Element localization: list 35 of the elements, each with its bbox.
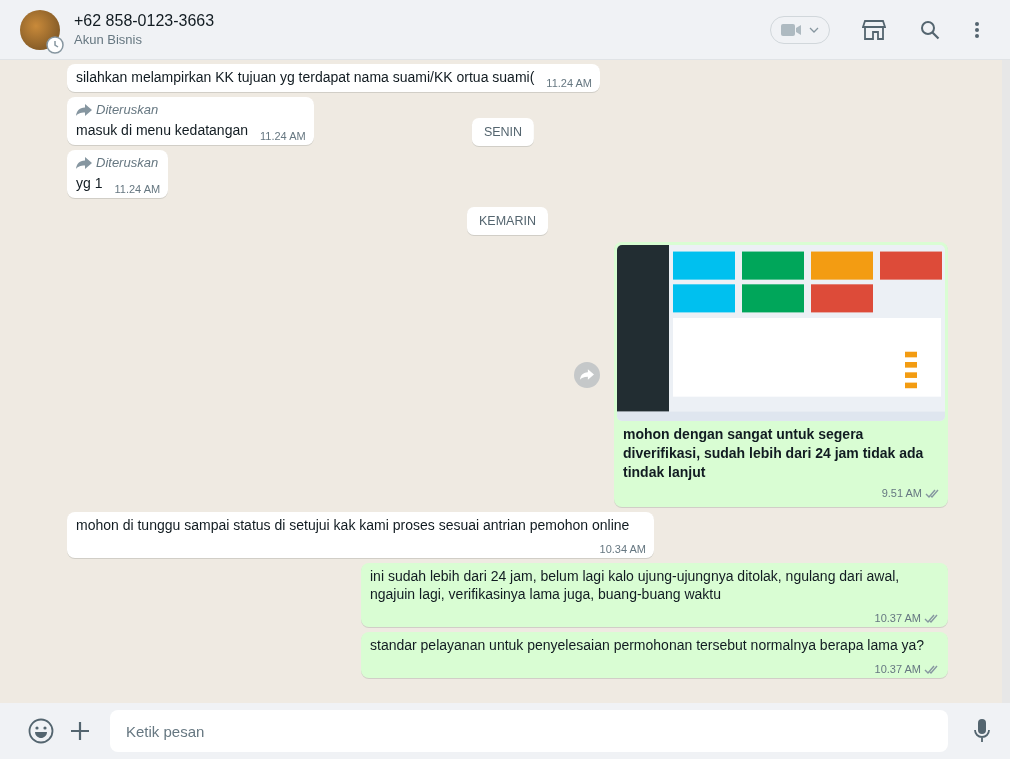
chevron-down-icon bbox=[809, 26, 819, 33]
video-camera-icon bbox=[781, 22, 803, 37]
forward-arrow-icon bbox=[580, 369, 594, 380]
avatar[interactable] bbox=[20, 9, 60, 50]
emoji-icon[interactable] bbox=[28, 718, 54, 744]
message-time: 11.24 AM bbox=[546, 76, 592, 91]
message-text: mohon di tunggu sampai status di setujui kak kami proses sesuai antrian pemohon online bbox=[76, 516, 630, 534]
forward-arrow-icon bbox=[76, 104, 92, 116]
image-caption: mohon dengan sangat untuk segera diverifikasi, sudah lebih dari 24 jam tidak ada tindak lanjut bbox=[622, 425, 925, 482]
plus-icon[interactable] bbox=[70, 721, 90, 741]
store-icon[interactable] bbox=[862, 18, 886, 41]
forward-arrow-icon bbox=[76, 157, 92, 169]
message-time: 10.37 AM bbox=[874, 662, 921, 677]
contact-name[interactable]: +62 858-0123-3663 bbox=[74, 12, 756, 30]
date-chip: SENIN bbox=[471, 118, 535, 146]
microphone-icon[interactable] bbox=[974, 719, 990, 743]
message-input-field[interactable]: Ketik pesan bbox=[110, 710, 948, 752]
message-text: masuk di menu kedatangan bbox=[76, 121, 248, 139]
message-text: silahkan melampirkan KK tujuan yg terdapat nama suami/KK ortua suami( bbox=[76, 68, 535, 86]
message-time: 10.34 AM bbox=[599, 542, 646, 557]
contact-subtitle: Akun Bisnis bbox=[74, 32, 143, 47]
forwarded-label: Diteruskan bbox=[96, 154, 159, 172]
message-text: yg 1 bbox=[76, 174, 103, 192]
forwarded-label: Diteruskan bbox=[96, 101, 159, 119]
message-time: 11.24 AM bbox=[260, 129, 306, 144]
message-time: 11.24 AM bbox=[114, 182, 161, 197]
message-time: 9.51 AM bbox=[881, 486, 922, 501]
date-chip: KEMARIN bbox=[467, 207, 548, 235]
message-text: standar pelayanan untuk penyelesaian permohonan tersebut normalnya berapa lama ya? bbox=[370, 636, 925, 654]
message-text: ini sudah lebih dari 24 jam, belum lagi kalo ujung-ujungnya ditolak, ngulang dari awal, ngajuin lagi, verifikasinya lama juga, buang-buang waktu bbox=[370, 567, 901, 603]
search-icon[interactable] bbox=[920, 19, 940, 40]
screenshot-drawing[interactable] bbox=[617, 245, 945, 421]
message-time: 10.37 AM bbox=[874, 611, 921, 626]
clock-icon bbox=[46, 35, 64, 54]
menu-icon[interactable] bbox=[974, 20, 980, 39]
